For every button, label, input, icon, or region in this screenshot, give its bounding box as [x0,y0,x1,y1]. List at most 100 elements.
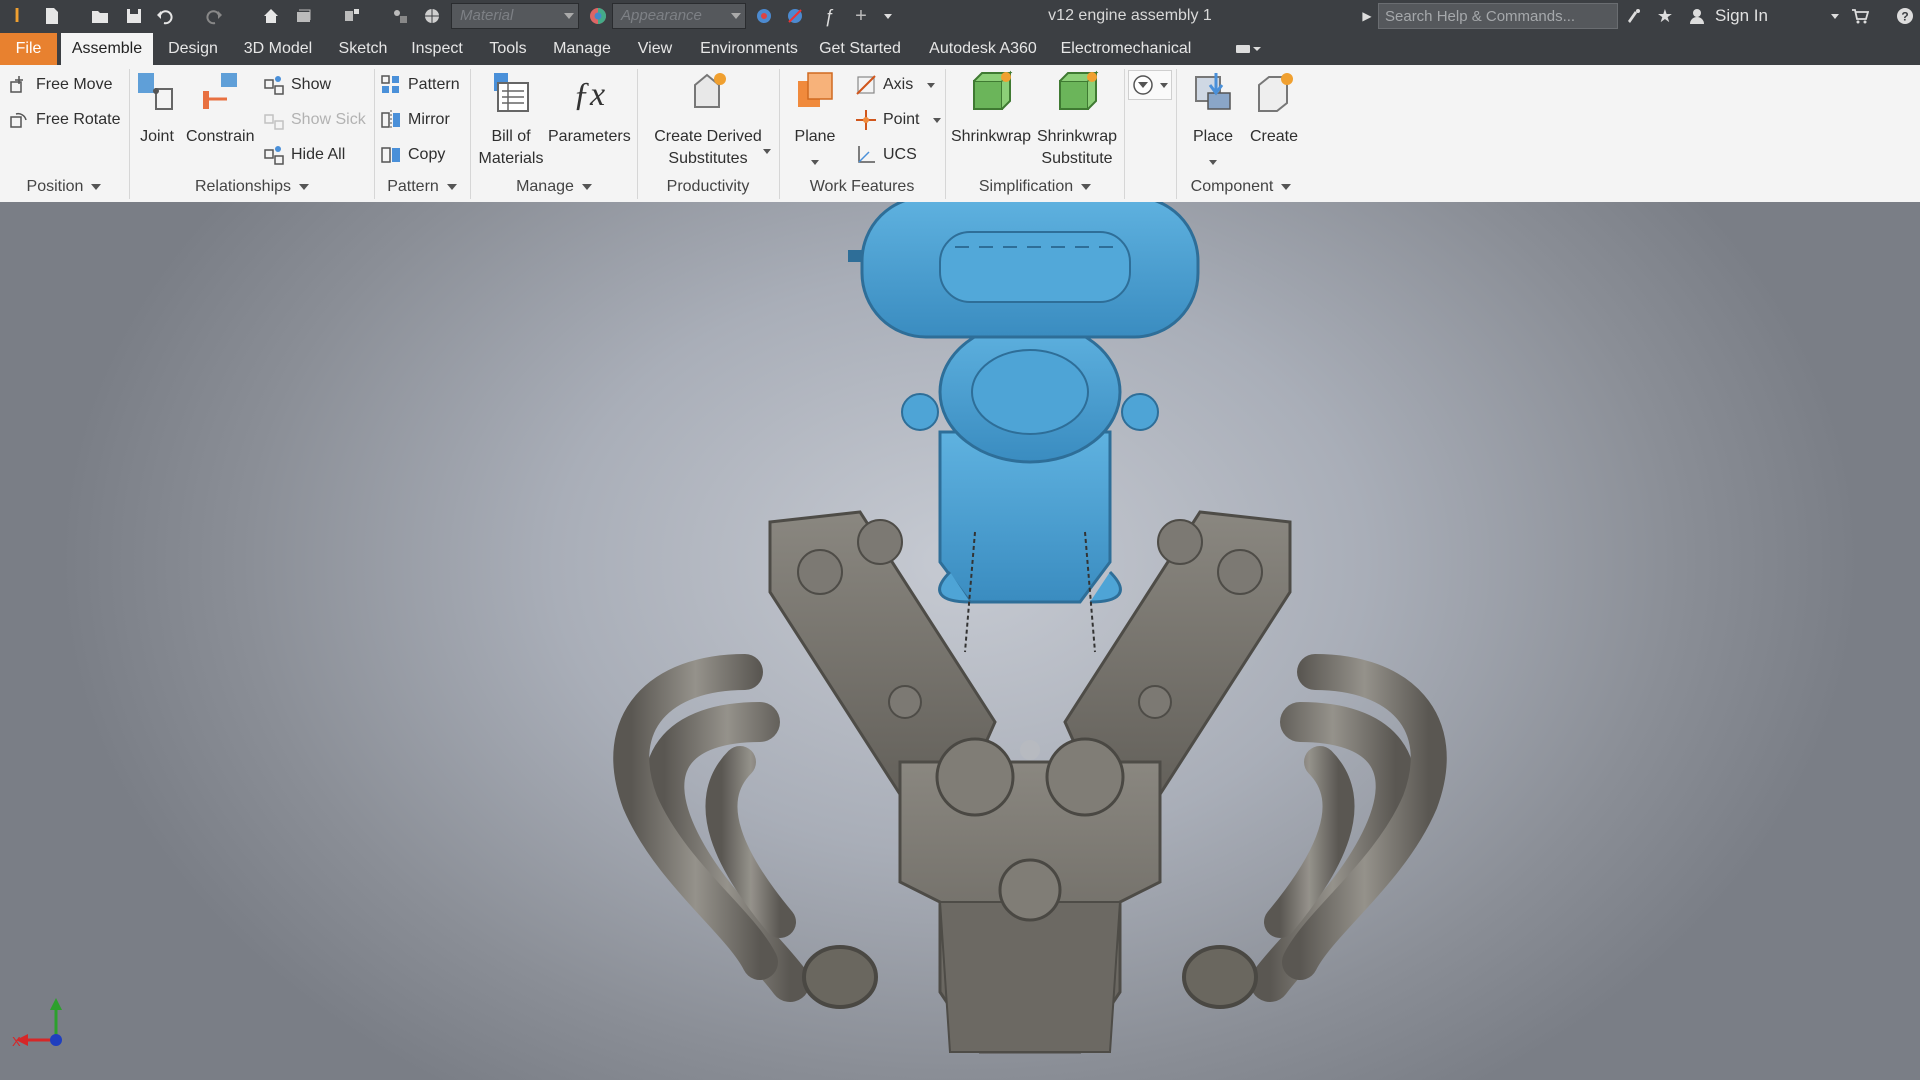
tab-design[interactable]: Design [158,33,228,65]
tab-tools[interactable]: Tools [477,33,539,65]
shrinkwrap-button[interactable]: Shrinkwrap [948,69,1034,148]
sign-in-dropdown-icon[interactable] [1823,5,1847,27]
projects-icon[interactable] [292,5,316,27]
tab-3d-model[interactable]: 3D Model [232,33,324,65]
plane-dropdown-icon[interactable] [811,160,819,165]
air-scoop [848,202,1200,339]
tab-get-started[interactable]: Get Started [814,33,906,65]
free-rotate-button[interactable]: Free Rotate [8,109,120,131]
productivity-dropdown-icon[interactable] [763,149,771,154]
filter-dropdown-button[interactable] [1128,70,1172,100]
group-component[interactable]: Component [1176,173,1306,201]
select-filter-icon[interactable] [340,5,364,27]
document-title: v12 engine assembly 1 [1048,7,1212,24]
engine-model[interactable]: X [0,202,1920,1080]
adjust-appearance-icon[interactable] [752,5,776,27]
group-pattern[interactable]: Pattern [375,173,469,201]
plus-icon[interactable]: + [849,5,873,27]
ucs-button[interactable]: UCS [855,144,917,166]
show-button[interactable]: Show [263,74,331,96]
left-exhaust-header [613,654,810,1002]
tab-manage[interactable]: Manage [544,33,620,65]
redo-icon[interactable] [202,5,226,27]
star-icon[interactable]: ★ [1653,5,1677,27]
derived-substitute-icon [694,73,726,108]
bill-of-materials-button[interactable]: Bill of Materials [474,69,548,170]
filter-icon [1133,75,1153,95]
point-dropdown-icon[interactable] [933,117,942,123]
point-button[interactable]: Point [855,109,942,131]
mirror-button[interactable]: Mirror [380,109,450,131]
free-rotate-icon [10,112,27,128]
ucs-icon [858,146,875,163]
tab-inspect[interactable]: Inspect [402,33,472,65]
user-icon[interactable] [1685,5,1709,27]
copy-icon [381,147,400,163]
new-icon[interactable] [40,5,64,27]
tab-sketch[interactable]: Sketch [329,33,397,65]
joint-icon [138,73,173,110]
create-derived-substitutes-button[interactable]: Create Derived Substitutes [646,69,770,170]
material-combo[interactable]: Material [451,3,579,29]
left-exhaust-outlet [802,945,878,1009]
svg-text:ƒx: ƒx [573,76,605,113]
tab-view[interactable]: View [625,33,685,65]
graphics-viewport[interactable]: X [0,202,1920,1080]
group-simplification[interactable]: Simplification [946,173,1124,201]
crank-hole [1020,740,1040,760]
constrain-button[interactable]: Constrain [186,69,254,148]
group-manage[interactable]: Manage [471,173,637,201]
sign-in-link[interactable]: Sign In [1715,6,1768,26]
sketch-icon[interactable] [388,5,412,27]
place-button[interactable]: Place [1182,69,1244,172]
shrinkwrap-substitute-button[interactable]: Shrinkwrap Substitute [1034,69,1120,170]
chevron-right-icon[interactable]: ▶ [1355,5,1379,27]
place-dropdown-icon[interactable] [1209,160,1217,165]
customize-dropdown-icon[interactable] [876,5,900,27]
view-triad[interactable]: X [12,998,62,1049]
axis-dropdown-icon[interactable] [927,82,936,88]
search-input[interactable]: Search Help & Commands... [1378,3,1618,29]
fx-icon[interactable]: ƒ [817,5,841,27]
axis-icon [856,75,876,95]
svg-text:?: ? [1901,10,1908,24]
tab-assemble[interactable]: Assemble [61,33,153,65]
tab-autodesk-a360[interactable]: Autodesk A360 [921,33,1045,65]
free-move-button[interactable]: Free Move [8,74,112,96]
axis-button[interactable]: Axis [855,74,936,96]
help-icon[interactable]: ? [1893,5,1917,27]
show-relations-icon [264,76,284,95]
create-component-icon [1258,73,1293,112]
cart-icon[interactable] [1848,5,1872,27]
binoculars-icon[interactable] [1622,5,1646,27]
plane-button[interactable]: Plane [784,69,846,172]
ribbon-display-toggle-icon[interactable] [1228,33,1268,65]
group-relationships[interactable]: Relationships [130,173,374,201]
fx-parameters-icon: ƒx [573,76,605,113]
tab-file[interactable]: File [0,33,57,65]
parameters-button[interactable]: ƒx Parameters [548,69,631,148]
tab-electromechanical[interactable]: Electromechanical [1056,33,1196,65]
pattern-icon [381,75,399,93]
appearance-sphere-icon[interactable] [586,5,610,27]
copy-button[interactable]: Copy [380,144,445,166]
open-icon[interactable] [88,5,112,27]
group-position[interactable]: Position [0,173,128,201]
clear-appearance-icon[interactable] [783,5,807,27]
separator [1124,69,1125,199]
home-icon[interactable] [259,5,283,27]
hide-all-button[interactable]: Hide All [263,144,345,166]
tab-environments[interactable]: Environments [690,33,808,65]
create-component-button[interactable]: Create [1244,69,1304,148]
mirror-icon [381,110,400,130]
globe-icon[interactable] [420,5,444,27]
show-sick-button[interactable]: Show Sick [263,109,366,131]
app-logo[interactable]: I [4,2,30,31]
appearance-combo[interactable]: Appearance [612,3,746,29]
right-exhaust-outlet [1182,945,1258,1009]
undo-icon[interactable] [153,5,177,27]
pattern-button[interactable]: Pattern [380,74,460,96]
joint-button[interactable]: Joint [134,69,180,148]
free-move-icon [10,76,23,93]
save-icon[interactable] [122,5,146,27]
